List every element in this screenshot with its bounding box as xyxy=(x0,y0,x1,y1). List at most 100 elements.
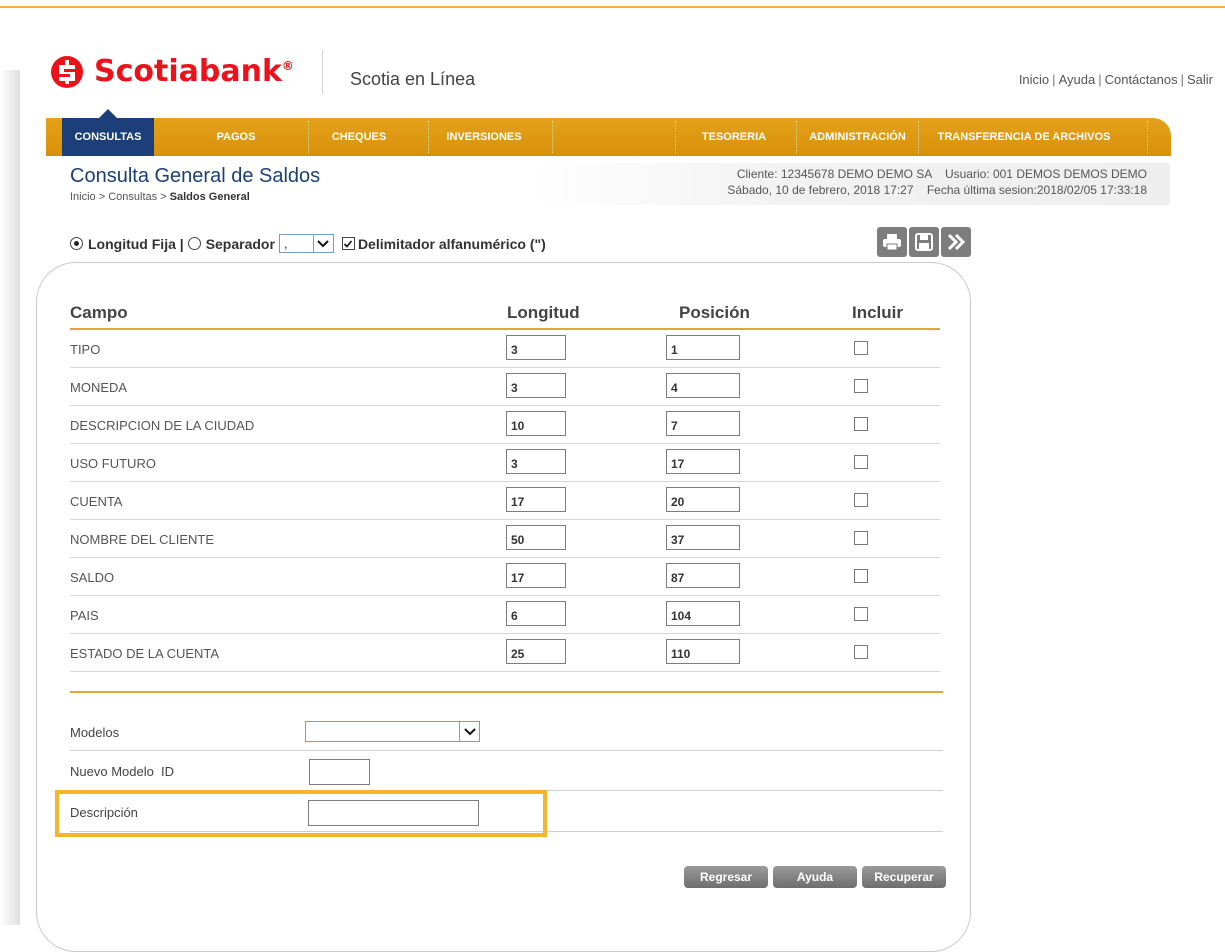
table-row: USO FUTURO 3 17 xyxy=(70,444,940,482)
field-name: MONEDA xyxy=(70,380,128,395)
print-icon[interactable] xyxy=(877,227,907,257)
position-input[interactable]: 37 xyxy=(666,525,740,550)
table-row: SALDO 17 87 xyxy=(70,558,940,596)
field-name: ESTADO DE LA CUENTA xyxy=(70,646,220,661)
delimiter-label: Delimitador alfanumérico (") xyxy=(357,235,546,252)
field-name: TIPO xyxy=(70,342,101,357)
field-name: DESCRIPCION DE LA CIUDAD xyxy=(70,418,255,433)
length-input[interactable]: 50 xyxy=(506,525,566,550)
position-input[interactable]: 4 xyxy=(666,373,740,398)
action-buttons: Regresar Ayuda Recuperar xyxy=(684,866,951,888)
section-rule xyxy=(70,691,943,693)
breadcrumb-current: Saldos General xyxy=(169,191,250,203)
link-salir[interactable]: Salir xyxy=(1187,72,1213,87)
header-divider xyxy=(322,50,323,94)
table-row: ESTADO DE LA CUENTA 25 110 xyxy=(70,634,940,672)
scotiabank-logo-icon xyxy=(50,55,84,89)
position-input[interactable]: 7 xyxy=(666,411,740,436)
include-checkbox[interactable] xyxy=(854,417,868,431)
nav-divider xyxy=(552,121,553,153)
include-checkbox[interactable] xyxy=(854,607,868,621)
modelos-row: Modelos xyxy=(70,713,943,751)
separator-radio[interactable] xyxy=(187,237,201,250)
position-input[interactable]: 104 xyxy=(666,601,740,626)
delimiter-checkbox[interactable] xyxy=(341,237,355,250)
position-input[interactable]: 1 xyxy=(666,335,740,360)
link-inicio[interactable]: Inicio xyxy=(1019,72,1049,87)
field-name: PAIS xyxy=(70,608,99,623)
separator-label: Separador xyxy=(205,235,275,252)
top-links: Inicio | Ayuda | Contáctanos | Salir xyxy=(1018,72,1213,87)
regresar-button[interactable]: Regresar xyxy=(684,866,768,888)
include-checkbox[interactable] xyxy=(854,379,868,393)
tab-inversiones[interactable]: INVERSIONES xyxy=(434,118,534,156)
page-title: Consulta General de Saldos xyxy=(70,165,321,187)
nav-divider xyxy=(308,121,309,153)
include-checkbox[interactable] xyxy=(854,569,868,583)
col-header-posicion: Posición xyxy=(679,303,750,322)
length-input[interactable]: 6 xyxy=(506,601,566,626)
table-row: MONEDA 3 4 xyxy=(70,368,940,406)
include-checkbox[interactable] xyxy=(854,341,868,355)
session-line: Sábado, 10 de febrero, 2018 17:27 Fecha … xyxy=(727,183,1147,197)
fixed-length-radio[interactable] xyxy=(70,237,83,250)
length-input[interactable]: 3 xyxy=(506,335,566,360)
ayuda-button[interactable]: Ayuda xyxy=(773,866,857,888)
export-options: Longitud Fija | Separador , Delimitador … xyxy=(70,234,546,253)
tab-administracion[interactable]: ADMINISTRACIÓN xyxy=(800,118,915,156)
forward-icon[interactable] xyxy=(941,227,971,257)
separator-select[interactable]: , xyxy=(278,234,334,253)
nav-divider xyxy=(675,121,676,153)
toolbar xyxy=(877,227,971,257)
recuperar-button[interactable]: Recuperar xyxy=(862,866,946,888)
tab-consultas[interactable]: CONSULTAS xyxy=(62,109,154,156)
include-checkbox[interactable] xyxy=(854,645,868,659)
client-line: Cliente: 12345678 DEMO DEMO SA Usuario: … xyxy=(736,167,1147,181)
length-input[interactable]: 17 xyxy=(506,487,566,512)
table-row: DESCRIPCION DE LA CIUDAD 10 7 xyxy=(70,406,940,444)
left-shadow xyxy=(0,70,20,925)
include-checkbox[interactable] xyxy=(854,493,868,507)
nuevo-modelo-id-input[interactable] xyxy=(309,759,370,785)
col-header-campo: Campo xyxy=(70,303,128,322)
field-name: NOMBRE DEL CLIENTE xyxy=(70,532,214,547)
table-row: CUENTA 17 20 xyxy=(70,482,940,520)
separator-value: , xyxy=(283,236,288,251)
chevron-down-icon xyxy=(312,235,333,252)
position-input[interactable]: 17 xyxy=(666,449,740,474)
position-input[interactable]: 20 xyxy=(666,487,740,512)
link-contactanos[interactable]: Contáctanos xyxy=(1105,72,1178,87)
length-input[interactable]: 17 xyxy=(506,563,566,588)
tab-tesoreria[interactable]: TESORERIA xyxy=(684,118,784,156)
nuevo-modelo-label: Nuevo Modelo ID xyxy=(70,764,175,779)
table-row: NOMBRE DEL CLIENTE 50 37 xyxy=(70,520,940,558)
table-row: TIPO 3 1 xyxy=(70,330,940,368)
length-input[interactable]: 3 xyxy=(506,449,566,474)
include-checkbox[interactable] xyxy=(854,455,868,469)
position-input[interactable]: 110 xyxy=(666,639,740,664)
length-input[interactable]: 10 xyxy=(506,411,566,436)
link-ayuda[interactable]: Ayuda xyxy=(1059,72,1096,87)
field-name: SALDO xyxy=(70,570,115,585)
include-checkbox[interactable] xyxy=(854,531,868,545)
fixed-length-label: Longitud Fija | xyxy=(88,235,184,252)
tab-transferencia-archivos[interactable]: TRANSFERENCIA DE ARCHIVOS xyxy=(924,118,1124,156)
breadcrumb: Inicio > Consultas > Saldos General xyxy=(70,191,250,203)
client-info: Cliente: 12345678 DEMO DEMO SA Usuario: … xyxy=(530,163,1170,205)
nav-divider xyxy=(1147,121,1148,153)
save-icon[interactable] xyxy=(909,227,939,257)
product-name: Scotia en Línea xyxy=(350,69,476,89)
length-input[interactable]: 25 xyxy=(506,639,566,664)
col-header-longitud: Longitud xyxy=(507,303,580,322)
tab-pagos[interactable]: PAGOS xyxy=(196,118,276,156)
col-header-incluir: Incluir xyxy=(852,303,904,322)
brand-name: Scotiabank® xyxy=(94,54,294,89)
scotiabank-logo[interactable]: Scotiabank® xyxy=(50,54,294,89)
nav-divider xyxy=(918,121,919,153)
modelos-select[interactable] xyxy=(305,721,480,742)
tab-cheques[interactable]: CHEQUES xyxy=(314,118,404,156)
position-input[interactable]: 87 xyxy=(666,563,740,588)
nav-divider xyxy=(428,121,429,153)
length-input[interactable]: 3 xyxy=(506,373,566,398)
nav-divider xyxy=(796,121,797,153)
